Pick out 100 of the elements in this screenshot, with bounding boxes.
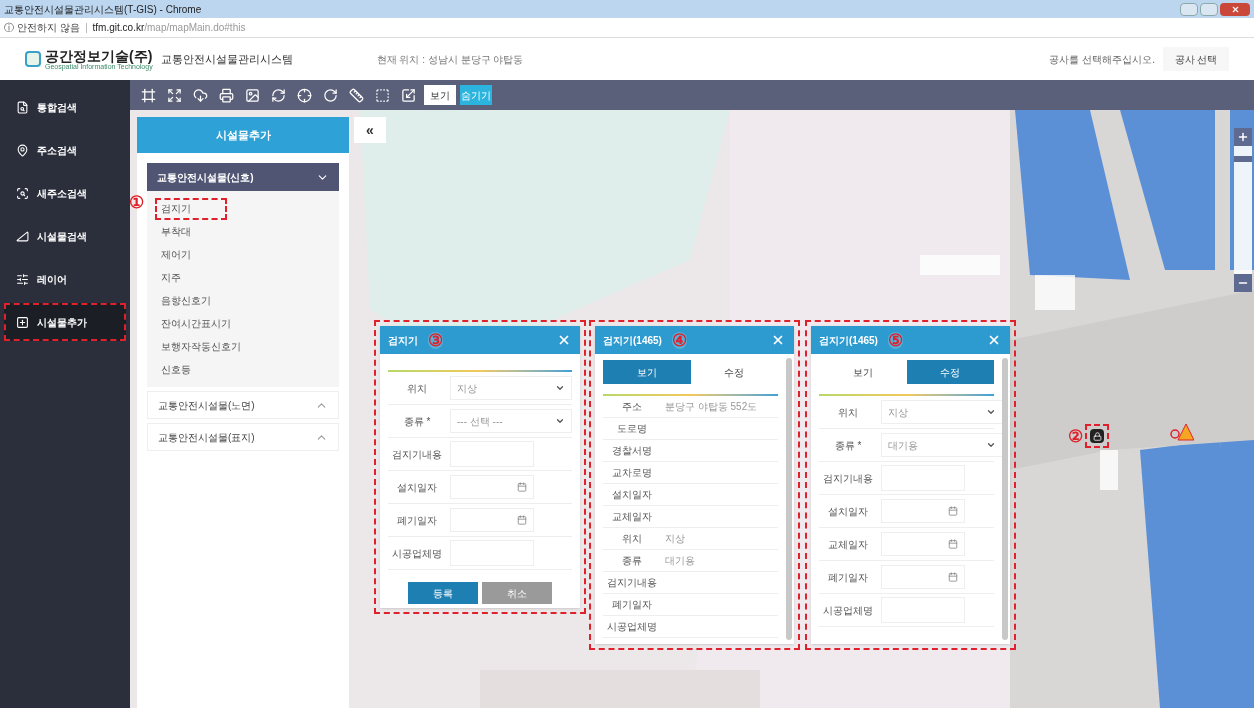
date-field[interactable] bbox=[881, 532, 965, 556]
field-label: 위치 bbox=[621, 532, 643, 546]
field-label: 교차로명 bbox=[611, 466, 653, 480]
caret-icon bbox=[986, 440, 996, 450]
dialog-tab[interactable]: 수정 bbox=[906, 360, 994, 384]
field-label: 폐기일자 bbox=[396, 513, 438, 528]
calendar-icon bbox=[948, 539, 958, 549]
facility-item[interactable]: 부착대 bbox=[155, 220, 197, 243]
logo-icon bbox=[25, 51, 41, 67]
field-label: 종류 bbox=[621, 554, 643, 568]
calendar-icon bbox=[948, 572, 958, 582]
close-icon bbox=[771, 333, 785, 347]
logo-text: 공간정보기술(주) bbox=[45, 48, 153, 63]
caret-icon bbox=[986, 407, 996, 417]
accordion-header[interactable]: 교통안전시설물(표지) bbox=[147, 423, 339, 451]
sidebar-item[interactable]: 시설물추가 bbox=[4, 303, 126, 341]
field-label: 경찰서명 bbox=[611, 444, 653, 458]
document-search-icon bbox=[16, 100, 29, 114]
url-text: tfm.git.co.kr/map/mapMain.do#this bbox=[92, 21, 246, 35]
field-label: 검지기내용 bbox=[391, 447, 443, 462]
security-label: ⓘ 안전하지 않음 bbox=[4, 21, 80, 35]
accordion-header[interactable]: 교통안전시설물(노면) bbox=[147, 391, 339, 419]
field-label: 교체일자 bbox=[611, 510, 653, 524]
plus-icon bbox=[1237, 131, 1249, 143]
sidebar-item[interactable]: 시설물검색 bbox=[4, 217, 126, 255]
caret-icon bbox=[555, 383, 565, 393]
zoom-slider[interactable] bbox=[1234, 146, 1252, 274]
callout-number: ② bbox=[1068, 427, 1083, 445]
system-name: 교통안전시설물관리시스템 bbox=[160, 51, 293, 67]
rotate-icon bbox=[322, 87, 338, 103]
image-icon bbox=[244, 87, 260, 103]
sidebar-item[interactable]: 새주소검색 bbox=[4, 174, 126, 212]
date-field[interactable] bbox=[881, 499, 965, 523]
square-plus-icon bbox=[16, 315, 29, 329]
field-value: 대기용 bbox=[665, 554, 695, 568]
scrollbar[interactable] bbox=[786, 358, 792, 640]
frame-icon bbox=[140, 87, 156, 103]
field-label: 종류 * bbox=[833, 438, 863, 453]
current-location: 현재 위치 : 성남시 분당구 야탑동 bbox=[376, 52, 524, 67]
expand-icon bbox=[166, 87, 182, 103]
sidebar-item[interactable]: 통합검색 bbox=[4, 88, 126, 126]
construction-prompt: 공사를 선택해주십시오. bbox=[1049, 52, 1155, 67]
facility-item[interactable]: 신호등 bbox=[155, 358, 197, 381]
close-icon bbox=[987, 333, 1001, 347]
maximize-button[interactable] bbox=[1200, 2, 1218, 16]
field-label: 위치 bbox=[837, 405, 859, 420]
dashed-square-icon bbox=[374, 87, 390, 103]
field-label: 검지기내용 bbox=[822, 471, 874, 486]
facility-item[interactable]: 음향신호기 bbox=[155, 289, 217, 312]
sidebar-item[interactable]: 레이어 bbox=[4, 260, 126, 298]
cloud-download-icon bbox=[192, 87, 208, 103]
field-label: 검지기내용 bbox=[606, 576, 658, 590]
map-pin-icon bbox=[16, 143, 29, 157]
field-label: 시공업체명 bbox=[822, 603, 874, 618]
date-field[interactable] bbox=[450, 475, 534, 499]
register-button[interactable]: 등록 bbox=[408, 582, 478, 604]
sidebar-item[interactable]: 주소검색 bbox=[4, 131, 126, 169]
panel-title: 시설물추가 bbox=[215, 127, 271, 143]
calendar-icon bbox=[948, 506, 958, 516]
toggle-button[interactable]: 보기 bbox=[424, 85, 456, 105]
scan-search-icon bbox=[16, 186, 29, 200]
field-label: 시공업체명 bbox=[606, 620, 658, 634]
dialog-title: 검지기(1465) bbox=[819, 333, 878, 348]
facility-item[interactable]: 제어기 bbox=[155, 243, 197, 266]
zoom-in-button[interactable] bbox=[1234, 128, 1252, 146]
field-label: 주소 bbox=[621, 400, 643, 414]
ruler-icon bbox=[348, 87, 364, 103]
facility-item[interactable]: 보행자작동신호기 bbox=[155, 335, 247, 358]
collapse-button[interactable]: « bbox=[354, 117, 386, 143]
callout-number: ① bbox=[130, 193, 144, 212]
facility-item[interactable]: 검지기 bbox=[155, 197, 227, 220]
triangle-ruler-icon bbox=[16, 229, 29, 243]
print-icon bbox=[218, 87, 234, 103]
warning-sign-icon[interactable] bbox=[1170, 422, 1194, 442]
date-field[interactable] bbox=[881, 565, 965, 589]
minimize-button[interactable] bbox=[1180, 2, 1198, 16]
field-label: 시공업체명 bbox=[391, 546, 443, 561]
accordion-header[interactable]: 교통안전시설물(신호) bbox=[147, 163, 339, 191]
field-label: 설치일자 bbox=[396, 480, 438, 495]
facility-item[interactable]: 잔여시간표시기 bbox=[155, 312, 237, 335]
dialog-title: 검지기(1465) bbox=[603, 333, 662, 348]
scrollbar[interactable] bbox=[1002, 358, 1008, 640]
detector-marker-icon[interactable] bbox=[1090, 429, 1104, 443]
facility-item[interactable]: 지주 bbox=[155, 266, 187, 289]
field-label: 설치일자 bbox=[611, 488, 653, 502]
field-label: 종류 * bbox=[402, 414, 432, 429]
dialog-tab[interactable]: 보기 bbox=[603, 360, 691, 384]
construction-select-button[interactable]: 공사 선택 bbox=[1163, 47, 1229, 71]
close-button[interactable] bbox=[1220, 2, 1250, 16]
field-label: 설치일자 bbox=[827, 504, 869, 519]
calendar-icon bbox=[517, 482, 527, 492]
address-bar[interactable]: ⓘ 안전하지 않음 tfm.git.co.kr/map/mapMain.do#this bbox=[0, 18, 1254, 38]
scaling-icon bbox=[400, 87, 416, 103]
zoom-thumb[interactable] bbox=[1234, 155, 1252, 162]
field-label: 폐기일자 bbox=[611, 598, 653, 612]
field-label: 도로명 bbox=[616, 422, 648, 436]
date-field[interactable] bbox=[450, 508, 534, 532]
close-icon bbox=[557, 333, 571, 347]
zoom-out-button[interactable] bbox=[1234, 274, 1252, 292]
caret-icon bbox=[555, 416, 565, 426]
